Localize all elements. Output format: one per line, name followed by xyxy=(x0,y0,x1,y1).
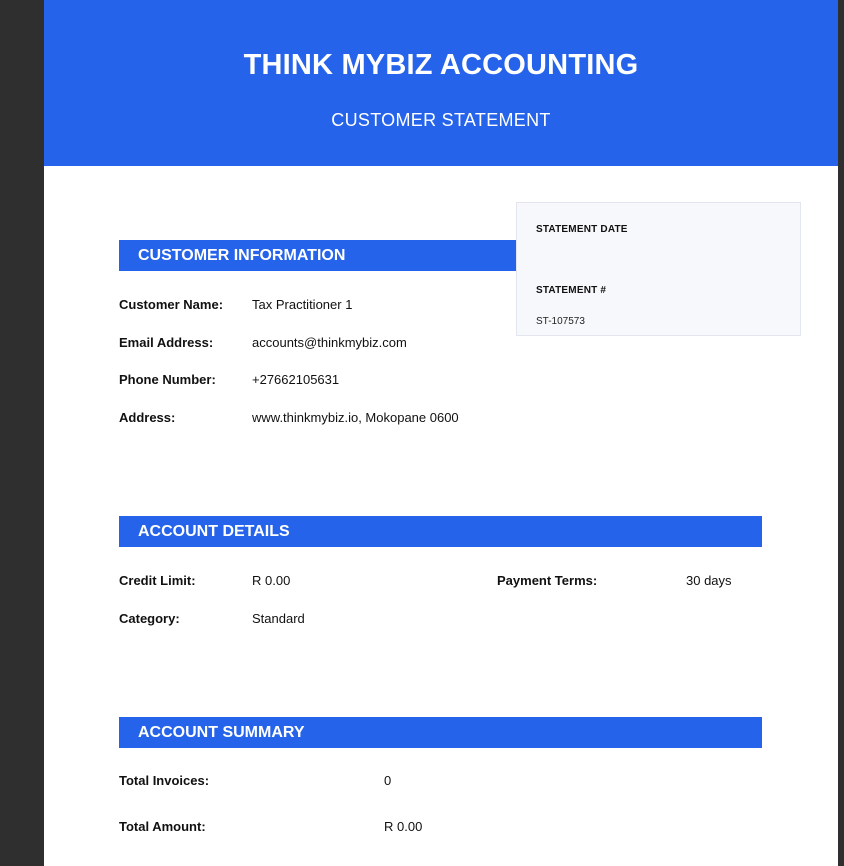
address-value: www.thinkmybiz.io, Mokopane 0600 xyxy=(252,410,459,425)
statement-date-label: STATEMENT DATE xyxy=(536,224,628,235)
total-amount-value: R 0.00 xyxy=(384,819,423,834)
phone-number-value: +27662105631 xyxy=(252,372,340,387)
account-summary-heading: ACCOUNT SUMMARY xyxy=(119,717,762,748)
email-address-label: Email Address: xyxy=(119,335,214,350)
customer-name-value: Tax Practitioner 1 xyxy=(252,297,353,312)
statement-meta-box: STATEMENT DATE STATEMENT # ST-107573 xyxy=(516,202,801,336)
credit-limit-value: R 0.00 xyxy=(252,573,291,588)
total-amount-label: Total Amount: xyxy=(119,819,206,834)
statement-number-label: STATEMENT # xyxy=(536,285,607,296)
category-value: Standard xyxy=(252,611,305,626)
email-address-value: accounts@thinkmybiz.com xyxy=(252,335,407,350)
total-invoices-value: 0 xyxy=(384,773,392,788)
account-details-heading: ACCOUNT DETAILS xyxy=(119,516,762,547)
payment-terms-label: Payment Terms: xyxy=(497,573,598,588)
address-label: Address: xyxy=(119,410,176,425)
total-invoices-label: Total Invoices: xyxy=(119,773,210,788)
company-name: THINK MYBIZ ACCOUNTING xyxy=(243,49,639,81)
category-label: Category: xyxy=(119,611,180,626)
statement-header: THINK MYBIZ ACCOUNTING CUSTOMER STATEMEN… xyxy=(44,0,838,166)
document-title: CUSTOMER STATEMENT xyxy=(331,110,551,130)
payment-terms-value: 30 days xyxy=(686,573,732,588)
credit-limit-label: Credit Limit: xyxy=(119,573,196,588)
customer-name-label: Customer Name: xyxy=(119,297,224,312)
statement-page: THINK MYBIZ ACCOUNTING CUSTOMER STATEMEN… xyxy=(44,0,838,866)
phone-number-label: Phone Number: xyxy=(119,372,216,387)
statement-number-value: ST-107573 xyxy=(536,316,585,327)
